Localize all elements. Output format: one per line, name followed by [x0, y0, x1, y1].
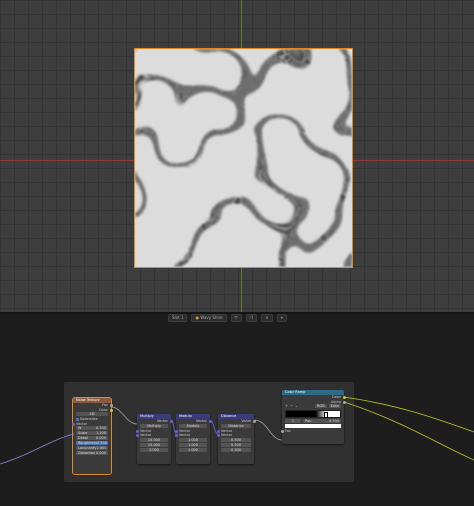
value-z[interactable]: 1.000	[179, 447, 207, 452]
field-w[interactable]: W 0.700	[76, 426, 108, 430]
multiply-node[interactable]: Multiply Vector Multiply Vector Vector 1…	[135, 414, 173, 464]
pin-icon[interactable]: ⌖	[276, 314, 287, 322]
remove-stop-icon[interactable]: −	[290, 404, 293, 409]
socket[interactable]	[71, 422, 75, 426]
checkbox-icon	[76, 417, 79, 421]
dimensions-dropdown[interactable]: 4D	[76, 412, 108, 416]
copy-icon[interactable]: ❐	[245, 314, 258, 322]
input-vector-2: Vector	[174, 433, 210, 438]
value-z[interactable]: 2.000	[140, 447, 168, 452]
field-roughness[interactable]: Roughness 0.500	[76, 441, 108, 445]
socket[interactable]	[216, 434, 220, 437]
output-vector: Vector	[137, 419, 173, 424]
color-ramp-gradient[interactable]	[285, 409, 341, 418]
field-detail[interactable]: Detail 0.000	[76, 436, 108, 440]
socket[interactable]	[135, 434, 139, 437]
socket[interactable]	[252, 420, 256, 423]
value-z[interactable]: 0.500	[221, 447, 251, 452]
color-mode-dropdown[interactable]: RGB	[315, 404, 327, 409]
field-distortion[interactable]: Distortion 0.000	[76, 451, 108, 455]
3d-viewport[interactable]	[0, 0, 474, 312]
operation-dropdown[interactable]: Distance	[221, 423, 251, 428]
slot-selector[interactable]: Slot 1	[168, 314, 188, 322]
input-vector: Vector	[71, 422, 111, 427]
field-scale[interactable]: Scale 1.100	[76, 431, 108, 435]
stop-position-field[interactable]: Pos 0.700	[303, 418, 341, 423]
value-x[interactable]: 1.000	[179, 437, 207, 442]
output-vector: Vector	[176, 419, 212, 424]
interpolation-dropdown[interactable]: Ease	[328, 404, 341, 409]
input-fac: Fac	[280, 429, 344, 434]
sphere-icon: ●	[195, 315, 199, 320]
value-y[interactable]: 0.500	[221, 442, 251, 447]
close-icon[interactable]: ✕	[261, 314, 273, 322]
socket[interactable]	[174, 434, 178, 437]
add-stop-icon[interactable]: +	[285, 404, 288, 409]
socket[interactable]	[208, 420, 212, 423]
value-x[interactable]: 15.000	[140, 437, 168, 442]
output-value: Value	[218, 419, 256, 424]
stop-index-field[interactable]: 1	[285, 418, 301, 423]
output-color: Color	[73, 408, 113, 413]
modulo-node[interactable]: Modulo Vector Modulo Vector Vector 1.000…	[174, 414, 212, 464]
value-y[interactable]: 1.000	[179, 442, 207, 447]
node-editor-header: Slot 1 ● Wavy Shire ⛉ ❐ ✕ ⌖	[168, 314, 287, 322]
ramp-toolbar: + − ⌄ RGB Ease	[282, 404, 344, 409]
stop-color-swatch[interactable]	[285, 424, 341, 428]
value-y[interactable]: 15.000	[140, 442, 168, 447]
material-name: Wavy Shire	[200, 315, 223, 320]
material-selector[interactable]: ● Wavy Shire	[191, 314, 227, 322]
chevron-down-icon[interactable]: ⌄	[295, 404, 298, 409]
socket[interactable]	[280, 430, 284, 433]
socket[interactable]	[169, 420, 173, 423]
field-lacunarity[interactable]: Lacunarity 2.000	[76, 446, 108, 450]
distance-node[interactable]: Distance Value Distance Vector Vector 0.…	[216, 414, 256, 464]
operation-dropdown[interactable]: Modulo	[179, 423, 207, 428]
input-vector-2: Vector	[216, 433, 254, 438]
ramp-stop-marker[interactable]	[323, 411, 328, 418]
value-x[interactable]: 0.500	[221, 437, 251, 442]
noise-texture-node[interactable]: Noise Texture Fac Color 4D Normalize Vec…	[71, 397, 113, 475]
texture-preview[interactable]	[134, 48, 353, 268]
operation-dropdown[interactable]: Multiply	[140, 423, 168, 428]
shield-icon[interactable]: ⛉	[230, 314, 242, 322]
color-ramp-node[interactable]: Color Ramp Color Alpha + − ⌄ RGB Ease 1 …	[280, 390, 346, 444]
stop-controls: 1 Pos 0.700	[282, 418, 344, 424]
input-vector-2: Vector	[135, 433, 171, 438]
socket[interactable]	[109, 408, 113, 412]
